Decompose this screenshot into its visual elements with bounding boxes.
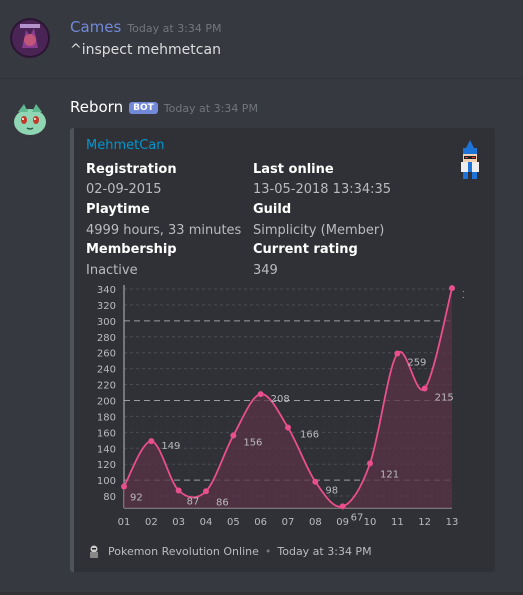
message-divider (0, 78, 523, 79)
field-name-guild: Guild (253, 202, 292, 217)
footer-timestamp: Today at 3:34 PM (277, 544, 372, 558)
y-tick-label: 200 (97, 396, 116, 407)
x-tick-label: 07 (282, 517, 295, 528)
field-value-playtime: 4999 hours, 33 minutes (86, 223, 242, 238)
data-label: 67 (351, 512, 364, 523)
embed-footer: Pokemon Revolution Online • Today at 3:3… (86, 543, 372, 559)
x-tick-label: 10 (364, 517, 377, 528)
x-tick-label: 09 (336, 517, 349, 528)
embed: MehmetCan Registration 02-09-2015 Last o… (70, 128, 495, 572)
data-point (421, 385, 428, 392)
data-point (257, 391, 264, 398)
y-tick-label: 160 (97, 428, 116, 439)
data-point (285, 424, 291, 431)
bot-badge: BOT (129, 102, 158, 114)
y-tick-label: 320 (97, 301, 116, 312)
data-label: 92 (130, 492, 143, 503)
y-tick-label: 280 (97, 333, 116, 344)
field-value-membership: Inactive (86, 263, 138, 278)
footer-text: Pokemon Revolution Online (108, 544, 259, 558)
x-tick-label: 04 (200, 517, 213, 528)
data-label: 208 (271, 394, 290, 405)
x-tick-label: 02 (145, 517, 158, 528)
x-tick-label: 13 (446, 517, 459, 528)
data-point (175, 487, 182, 494)
y-tick-label: 100 (97, 476, 116, 487)
data-point (121, 483, 127, 490)
data-label: 87 (187, 496, 200, 507)
data-point (449, 285, 455, 292)
rating-chart[interactable]: 80 100 120 140 160 180 200 220 240 260 280 300 320 34… (84, 280, 464, 540)
field-name-last-online: Last online (253, 162, 334, 177)
field-name-playtime: Playtime (86, 202, 150, 217)
embed-author-link[interactable]: MehmetCan (86, 138, 165, 153)
data-point (367, 460, 373, 467)
footer-icon (86, 543, 102, 559)
data-point (339, 503, 346, 510)
y-tick-label: 340 (97, 285, 116, 296)
data-label: 259 (407, 357, 426, 368)
timestamp: Today at 3:34 PM (127, 22, 222, 35)
field-name-current-rating: Current rating (253, 242, 358, 257)
x-tick-label: 05 (227, 517, 240, 528)
field-value-current-rating: 349 (253, 263, 278, 278)
x-tick-label: 06 (254, 517, 267, 528)
x-tick-label: 08 (309, 517, 322, 528)
y-tick-label: 120 (97, 460, 116, 471)
avatar-reborn[interactable] (10, 98, 50, 138)
footer-separator: • (264, 544, 272, 558)
embed-thumbnail[interactable] (455, 140, 485, 180)
y-tick-label: 240 (97, 365, 116, 376)
y-tick-label: 140 (97, 444, 116, 455)
field-value-guild: Simplicity (Member) (253, 223, 385, 238)
field-value-last-online: 13-05-2018 13:34:35 (253, 182, 392, 197)
data-point (394, 350, 401, 357)
data-point (312, 478, 319, 485)
data-label: 121 (380, 469, 399, 480)
timestamp: Today at 3:34 PM (163, 102, 258, 115)
x-tick-label: 01 (118, 517, 131, 528)
data-label: 149 (161, 441, 180, 452)
username-cames[interactable]: Cames (70, 18, 121, 36)
y-tick-label: 180 (97, 412, 116, 423)
y-tick-label: 260 (97, 349, 116, 360)
y-tick-label: 300 (97, 317, 116, 328)
x-tick-label: 03 (172, 517, 185, 528)
data-point (148, 438, 155, 445)
y-tick-label: 80 (103, 492, 116, 503)
message-cames: Cames Today at 3:34 PM ^inspect mehmetca… (0, 0, 523, 78)
avatar-cames[interactable] (10, 18, 50, 58)
data-point (203, 488, 209, 495)
data-label: 341 (462, 290, 464, 301)
x-tick-label: 12 (418, 517, 431, 528)
x-tick-label: 11 (391, 517, 404, 528)
data-label: 86 (216, 497, 229, 508)
field-name-registration: Registration (86, 162, 177, 177)
field-name-membership: Membership (86, 242, 177, 257)
data-label: 156 (243, 438, 262, 449)
username-reborn[interactable]: Reborn (70, 98, 123, 116)
data-label: 166 (300, 430, 319, 441)
data-label: 98 (325, 486, 338, 497)
y-tick-label: 220 (97, 381, 116, 392)
data-label: 215 (435, 393, 454, 404)
message-content: ^inspect mehmetcan (70, 42, 221, 58)
data-point (230, 432, 237, 439)
field-value-registration: 02-09-2015 (86, 182, 162, 197)
